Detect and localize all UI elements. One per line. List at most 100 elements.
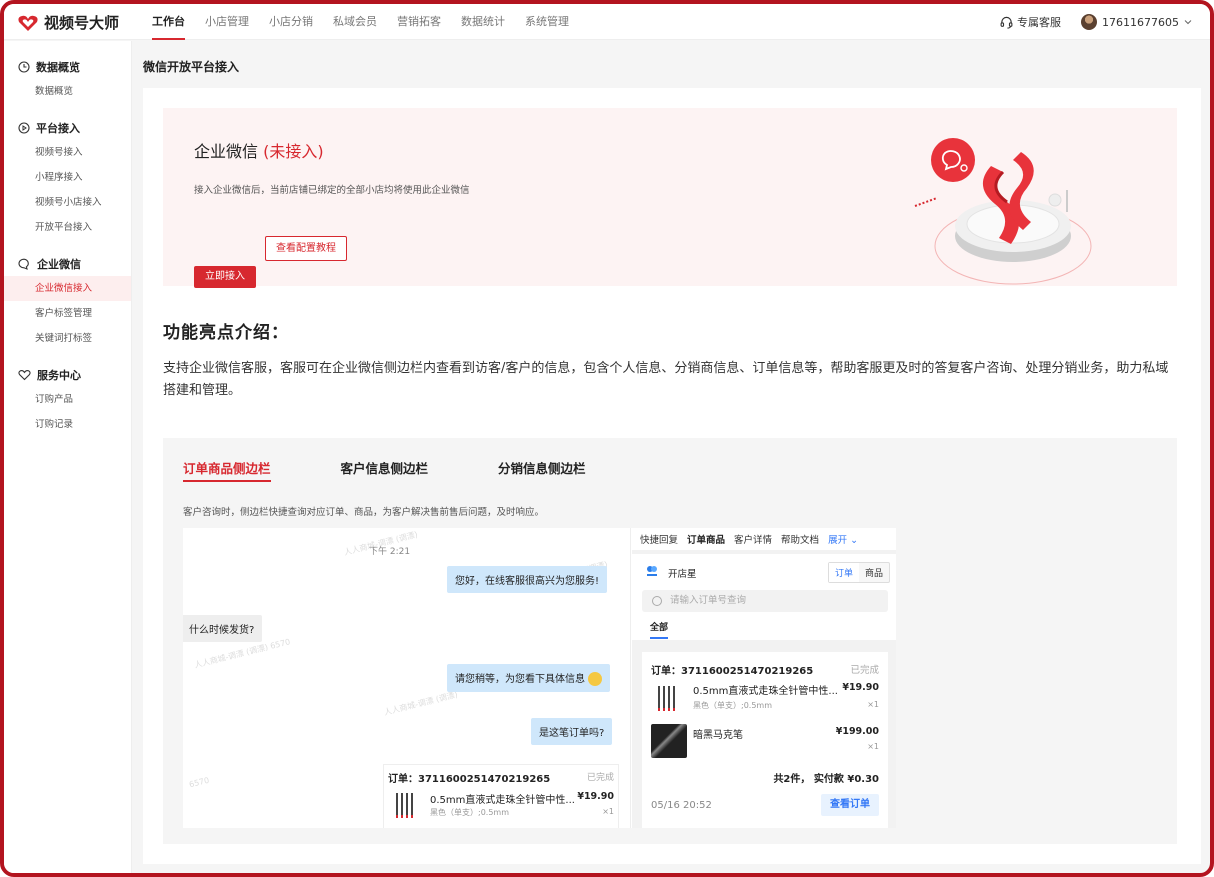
filter-all-tab[interactable]: 全部 <box>650 620 669 639</box>
sidebar-item-miniprogram[interactable]: 小程序接入 <box>4 165 131 190</box>
order-number: 订单：3711600251470219265 <box>651 666 814 677</box>
chat-message: 什么时候发货? <box>183 615 263 642</box>
product-qty: ×1 <box>602 807 614 816</box>
sidebar-item-data-overview[interactable]: 数据概览 <box>4 79 131 104</box>
sidebar-item-keyword-tags[interactable]: 关键词打标签 <box>4 326 131 351</box>
tab-description: 客户咨询时，侧边栏快捷查询对应订单、商品，为客户解决售前售后问题，及时响应。 <box>183 507 545 518</box>
sidebar-group-wecom[interactable]: 企业微信 <box>4 252 131 276</box>
tab-order-sidebar[interactable]: 订单商品侧边栏 <box>183 458 271 482</box>
product-spec: 黑色（单支）;0.5mm <box>693 701 773 710</box>
order-number: 订单：3711600251470219265 <box>388 774 551 785</box>
sidebar-item-wecom-access[interactable]: 企业微信接入 <box>4 276 131 301</box>
nav-shop-distribution[interactable]: 小店分销 <box>259 4 323 40</box>
app-logo[interactable]: 视频号大师 <box>18 12 119 33</box>
tab-customer-details[interactable]: 客户详情 <box>734 532 772 546</box>
heart-icon <box>18 370 31 381</box>
order-card[interactable]: 订单：3711600251470219265 已完成 0.5mm直液式走珠全针管… <box>383 764 619 828</box>
product-name: 0.5mm直液式走珠全针管中性... <box>693 686 838 697</box>
sidebar-item-customer-tags[interactable]: 客户标签管理 <box>4 301 131 326</box>
product-name: 暗黑马克笔 <box>693 730 743 741</box>
tab-quick-reply[interactable]: 快捷回复 <box>640 532 678 546</box>
logo-icon <box>18 15 38 31</box>
sidebar-group-label: 平台接入 <box>36 122 80 135</box>
order-time: 05/16 20:52 <box>651 800 712 811</box>
seg-orders[interactable]: 订单 <box>829 563 860 582</box>
customer-service-button[interactable]: 专属客服 <box>1000 14 1061 30</box>
order-product-toggle: 订单 商品 <box>828 562 891 583</box>
chevron-down-icon <box>1184 20 1192 25</box>
nav-statistics[interactable]: 数据统计 <box>451 4 515 40</box>
product-price: ¥199.00 <box>835 726 879 737</box>
nav-private-members[interactable]: 私域会员 <box>323 4 387 40</box>
wecom-sidebar: 快捷回复 订单商品 客户详情 帮助文档 展开 ⌄ 开店星 订单 商品 请输入订单… <box>632 528 896 828</box>
tab-order-products[interactable]: 订单商品 <box>687 532 725 546</box>
nav-system[interactable]: 系统管理 <box>515 4 579 40</box>
order-status: 已完成 <box>586 773 614 783</box>
chat-window: 人人商城-调漂 (调漂) 人人商城-调漂 (调漂) 6570 人人商城-调漂 (… <box>183 528 631 828</box>
sidebar-group-platform[interactable]: 平台接入 <box>4 116 131 140</box>
chat-message: 是这笔订单吗? <box>531 718 613 745</box>
product-price: ¥19.90 <box>577 791 614 802</box>
banner-title: 企业微信 (未接入) <box>194 138 324 162</box>
order-total: 共2件， 实付款 ¥0.30 <box>773 774 879 785</box>
watermark: 人人商城-调漂 (调漂) <box>383 689 459 718</box>
feature-tabs: 订单商品侧边栏 客户信息侧边栏 分销信息侧边栏 <box>183 458 586 482</box>
watermark: 6570 <box>188 775 211 790</box>
product-qty: ×1 <box>867 742 879 751</box>
user-phone: 17611677605 <box>1102 15 1179 29</box>
tab-customer-sidebar[interactable]: 客户信息侧边栏 <box>341 458 429 482</box>
sidebar-item-channels-shop[interactable]: 视频号小店接入 <box>4 190 131 215</box>
view-order-button[interactable]: 查看订单 <box>821 794 879 816</box>
pen-product-icon <box>656 684 678 712</box>
main-card: 企业微信 (未接入) 接入企业微信后，当前店铺已绑定的全部小店均将使用此企业微信… <box>143 88 1201 864</box>
clock-icon <box>18 61 30 73</box>
connect-now-button[interactable]: 立即接入 <box>194 266 256 288</box>
page-title: 微信开放平台接入 <box>143 60 240 74</box>
main-nav: 工作台 小店管理 小店分销 私域会员 营销拓客 数据统计 系统管理 <box>142 4 579 40</box>
order-status: 已完成 <box>850 665 879 676</box>
headset-icon <box>1000 16 1013 29</box>
sidebar-order-card: 订单：3711600251470219265 已完成 0.5mm直液式走珠全针管… <box>642 652 888 828</box>
play-circle-icon <box>18 122 30 134</box>
marker-product-icon <box>651 724 687 758</box>
sidebar-group-overview[interactable]: 数据概览 <box>4 55 131 79</box>
sidebar-group-label: 企业微信 <box>37 258 81 271</box>
demo-screenshot: 人人商城-调漂 (调漂) 人人商城-调漂 (调漂) 6570 人人商城-调漂 (… <box>183 528 896 828</box>
chat-message: 您好，在线客服很高兴为您服务! <box>447 566 608 593</box>
expand-label: 展开 <box>828 535 848 546</box>
tab-help-docs[interactable]: 帮助文档 <box>781 532 819 546</box>
banner-description: 接入企业微信后，当前店铺已绑定的全部小店均将使用此企业微信 <box>194 185 470 196</box>
tab-distribution-sidebar[interactable]: 分销信息侧边栏 <box>498 458 586 482</box>
customer-service-label: 专属客服 <box>1017 16 1062 29</box>
nav-shop-management[interactable]: 小店管理 <box>195 4 259 40</box>
top-right-tools: 专属客服 17611677605 <box>1000 4 1192 40</box>
order-search-input[interactable]: 请输入订单号查询 <box>642 590 888 612</box>
shop-header: 开店星 订单 商品 请输入订单号查询 全部 <box>632 554 896 640</box>
smile-emoji-icon <box>588 672 602 686</box>
status-badge: (未接入) <box>263 142 324 161</box>
expand-button[interactable]: 展开 ⌄ <box>828 532 858 546</box>
shop-name: 开店星 <box>668 569 697 580</box>
nav-marketing[interactable]: 营销拓客 <box>387 4 451 40</box>
chat-bubble-icon <box>18 258 29 270</box>
features-description: 支持企业微信客服，客服可在企业微信侧边栏内查看到访客/客户的信息，包含个人信息、… <box>163 361 1169 398</box>
shop-logo-icon <box>647 566 657 576</box>
features-title: 功能亮点介绍： <box>163 323 289 343</box>
product-name: 0.5mm直液式走珠全针管中性... <box>430 795 575 806</box>
feature-demo-panel: 订单商品侧边栏 客户信息侧边栏 分销信息侧边栏 客户咨询时，侧边栏快捷查询对应订… <box>163 438 1177 844</box>
chat-message-text: 请您稍等，为您看下具体信息 <box>455 674 585 685</box>
sidebar-item-order-records[interactable]: 订购记录 <box>4 412 131 437</box>
sidebar-item-channels[interactable]: 视频号接入 <box>4 140 131 165</box>
user-menu[interactable]: 17611677605 <box>1081 14 1192 30</box>
nav-workbench[interactable]: 工作台 <box>142 4 195 40</box>
sidebar-item-open-platform[interactable]: 开放平台接入 <box>4 215 131 240</box>
chat-message: 请您稍等，为您看下具体信息 <box>447 664 610 692</box>
pen-product-icon <box>394 791 416 819</box>
app-window: 视频号大师 工作台 小店管理 小店分销 私域会员 营销拓客 数据统计 系统管理 … <box>0 0 1214 877</box>
seg-products[interactable]: 商品 <box>859 563 889 582</box>
sidebar-group-service[interactable]: 服务中心 <box>4 363 131 387</box>
sidebar-item-order-products[interactable]: 订购产品 <box>4 387 131 412</box>
view-tutorial-button[interactable]: 查看配置教程 <box>265 236 347 261</box>
wecom-illustration-icon <box>914 138 1092 285</box>
sidebar: 数据概览 数据概览 平台接入 视频号接入 小程序接入 视频号小店接入 开放平台接… <box>4 41 132 873</box>
